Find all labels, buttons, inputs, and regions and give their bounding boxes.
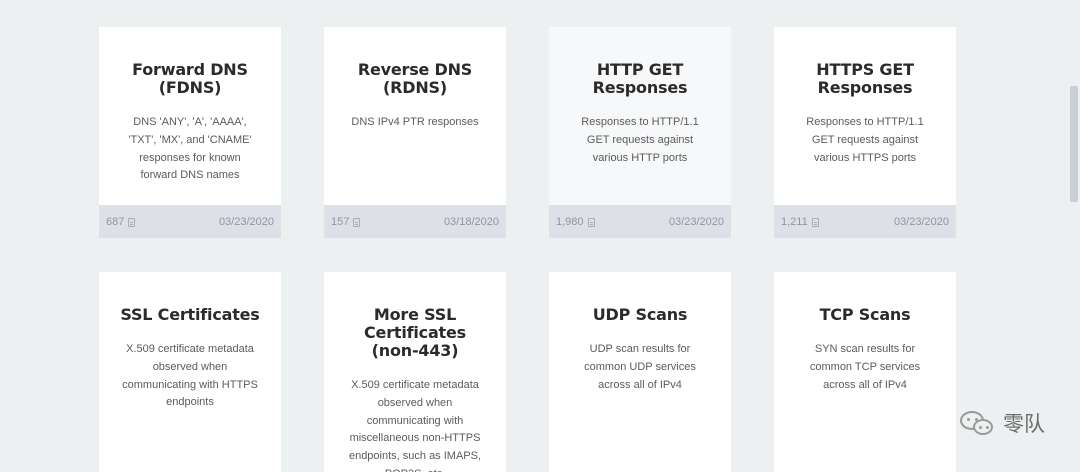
file-icon — [353, 218, 361, 227]
card-description: UDP scan results for common UDP services… — [584, 343, 696, 391]
card-title: Reverse DNS (RDNS) — [357, 60, 473, 97]
updated-date: 03/23/2020 — [893, 215, 949, 228]
card-description: X.509 certificate metadata observed when… — [348, 379, 482, 472]
dataset-card-tcp-scans[interactable]: TCP Scans SYN scan results for common TC… — [774, 272, 956, 472]
dataset-card-rdns[interactable]: Reverse DNS (RDNS) DNS IPv4 PTR response… — [324, 27, 506, 238]
file-count: 157 — [331, 216, 361, 228]
card-description: DNS IPv4 PTR responses — [351, 116, 479, 128]
wechat-icon — [960, 408, 996, 438]
card-description: SYN scan results for common TCP services… — [809, 343, 921, 391]
dataset-card-fdns[interactable]: Forward DNS (FDNS) DNS 'ANY', 'A', 'AAAA… — [99, 27, 281, 238]
scrollbar-track[interactable] — [1068, 0, 1080, 472]
dataset-card-ssl-certificates[interactable]: SSL Certificates X.509 certificate metad… — [99, 272, 281, 472]
card-title: Forward DNS (FDNS) — [132, 60, 248, 97]
card-title: UDP Scans — [592, 305, 688, 324]
card-footer: 687 03/23/2020 — [99, 205, 281, 238]
card-title: More SSL Certificates (non-443) — [364, 305, 466, 360]
updated-date: 03/23/2020 — [218, 215, 274, 228]
card-title: HTTP GET Responses — [592, 60, 688, 97]
file-icon — [587, 218, 595, 227]
file-icon — [811, 218, 819, 227]
dataset-card-https-get[interactable]: HTTPS GET Responses Responses to HTTP/1.… — [774, 27, 956, 238]
file-count: 687 — [106, 216, 136, 228]
card-footer: 1,211 03/23/2020 — [774, 205, 956, 238]
card-footer: 1,980 03/23/2020 — [549, 205, 731, 238]
file-count: 1,980 — [556, 216, 595, 228]
card-title: SSL Certificates — [120, 305, 260, 324]
card-title: HTTPS GET Responses — [816, 60, 914, 97]
file-count: 1,211 — [781, 216, 819, 228]
scrollbar-thumb[interactable] — [1070, 86, 1078, 202]
card-description: Responses to HTTP/1.1 GET requests again… — [581, 116, 699, 164]
card-description: DNS 'ANY', 'A', 'AAAA', 'TXT', 'MX', and… — [128, 116, 252, 182]
updated-date: 03/18/2020 — [443, 215, 499, 228]
file-icon — [128, 218, 136, 227]
updated-date: 03/23/2020 — [668, 215, 724, 228]
card-description: X.509 certificate metadata observed when… — [122, 343, 258, 409]
dataset-card-more-ssl-certificates[interactable]: More SSL Certificates (non-443) X.509 ce… — [324, 272, 506, 472]
card-title: TCP Scans — [819, 305, 911, 324]
card-description: Responses to HTTP/1.1 GET requests again… — [806, 116, 924, 164]
dataset-card-http-get[interactable]: HTTP GET Responses Responses to HTTP/1.1… — [549, 27, 731, 238]
source-watermark: 零队 — [960, 408, 1045, 438]
card-footer: 157 03/18/2020 — [324, 205, 506, 238]
dataset-card-udp-scans[interactable]: UDP Scans UDP scan results for common UD… — [549, 272, 731, 472]
watermark-text: 零队 — [1003, 413, 1045, 436]
